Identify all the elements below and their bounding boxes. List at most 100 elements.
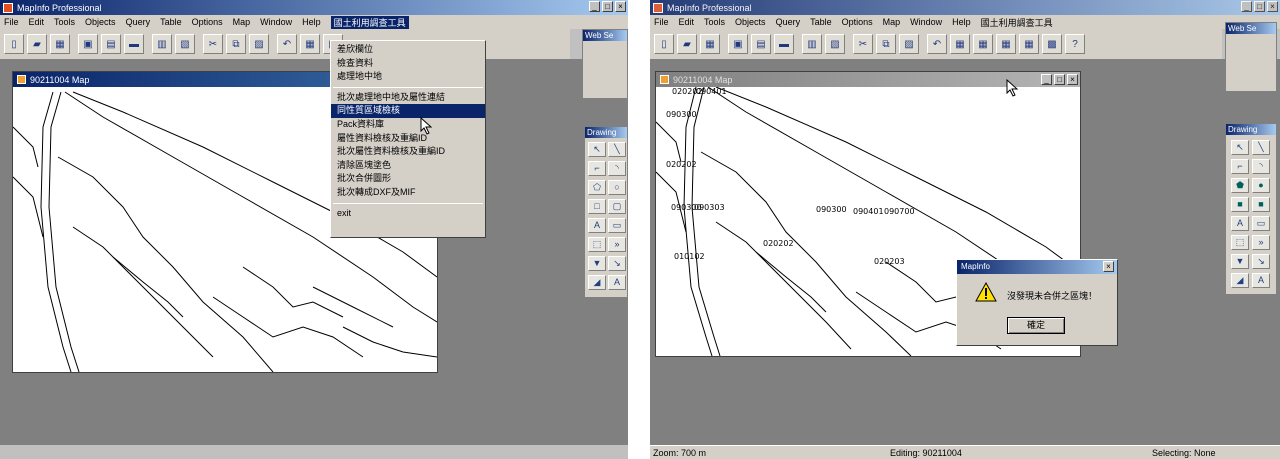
menu-item-check-data[interactable]: 檢查資料 (331, 57, 485, 71)
save-icon[interactable]: ▣ (728, 34, 748, 54)
line-tool-icon[interactable]: ╲ (608, 142, 626, 157)
menu-item-batch-merge-shapes[interactable]: 批次合併圖形 (331, 172, 485, 186)
new-grapher-icon[interactable]: ▦ (996, 34, 1016, 54)
print-preview-icon[interactable]: ▥ (152, 34, 172, 54)
menu-item-batch-attribute-check-renumber[interactable]: 批次屬性資料檢核及重編ID (331, 145, 485, 159)
copy-icon[interactable]: ⧉ (876, 34, 896, 54)
add-node-tool-icon[interactable]: » (608, 237, 626, 252)
print-icon[interactable]: ▧ (175, 34, 195, 54)
menu-map[interactable]: Map (883, 17, 901, 27)
ok-button[interactable]: 確定 (1007, 317, 1065, 334)
dialog-close-button[interactable]: × (1103, 261, 1114, 272)
folder-icon[interactable]: ▬ (124, 34, 144, 54)
menu-window[interactable]: Window (260, 17, 292, 27)
menu-map[interactable]: Map (233, 17, 251, 27)
reshape-tool-icon[interactable]: ⬚ (588, 237, 606, 252)
menu-query[interactable]: Query (126, 17, 151, 27)
menu-tools[interactable]: Tools (54, 17, 75, 27)
menu-table[interactable]: Table (160, 17, 182, 27)
line-style-icon[interactable]: ↘ (1252, 254, 1270, 269)
text-tool-icon[interactable]: A (588, 218, 606, 233)
undo-icon[interactable]: ↶ (927, 34, 947, 54)
menu-window[interactable]: Window (910, 17, 942, 27)
menu-help[interactable]: Help (302, 17, 321, 27)
menu-item-process-enclave[interactable]: 處理地中地 (331, 70, 485, 84)
menu-query[interactable]: Query (776, 17, 801, 27)
add-node-tool-icon[interactable]: » (1252, 235, 1270, 250)
close-button[interactable]: × (615, 1, 626, 12)
undo-icon[interactable]: ↶ (277, 34, 297, 54)
text-style-icon[interactable]: A (1252, 273, 1270, 288)
select-tool-icon[interactable]: ↖ (588, 142, 606, 157)
menu-item-difference-field[interactable]: 差欣欄位 (331, 43, 485, 57)
new-file-icon[interactable]: ▯ (654, 34, 674, 54)
map-minimize-button[interactable]: _ (1041, 74, 1052, 85)
minimize-button[interactable]: _ (1241, 1, 1252, 12)
save-workspace-icon[interactable]: ▤ (751, 34, 771, 54)
cut-icon[interactable]: ✂ (203, 34, 223, 54)
menu-tools[interactable]: Tools (704, 17, 725, 27)
maximize-button[interactable]: □ (602, 1, 613, 12)
new-browser-icon[interactable]: ▦ (950, 34, 970, 54)
menu-land-survey-tools[interactable]: 國土利用調查工具 (981, 16, 1053, 29)
text-tool-icon[interactable]: A (1231, 216, 1249, 231)
arc-tool-icon[interactable]: ◝ (1252, 159, 1270, 174)
region-style-icon[interactable]: ◢ (588, 275, 606, 290)
menu-item-homogeneous-area-check[interactable]: 同性質區域檢核 (331, 104, 485, 118)
frame-tool-icon[interactable]: ▭ (1252, 216, 1270, 231)
help-icon[interactable]: ? (1065, 34, 1085, 54)
polyline-tool-icon[interactable]: ⌐ (588, 161, 606, 176)
region-style-icon[interactable]: ◢ (1231, 273, 1249, 288)
print-icon[interactable]: ▧ (825, 34, 845, 54)
reshape-tool-icon[interactable]: ⬚ (1231, 235, 1249, 250)
save-workspace-icon[interactable]: ▤ (101, 34, 121, 54)
menu-land-survey-tools[interactable]: 國土利用調查工具 (330, 15, 409, 29)
frame-tool-icon[interactable]: ▭ (608, 218, 626, 233)
cut-icon[interactable]: ✂ (853, 34, 873, 54)
maximize-button[interactable]: □ (1254, 1, 1265, 12)
open-file-icon[interactable]: ▰ (27, 34, 47, 54)
copy-icon[interactable]: ⧉ (226, 34, 246, 54)
polyline-tool-icon[interactable]: ⌐ (1231, 159, 1249, 174)
symbol-style-icon[interactable]: ▼ (588, 256, 606, 271)
menu-item-exit[interactable]: exit (331, 207, 485, 221)
menu-objects[interactable]: Objects (85, 17, 116, 27)
menu-edit[interactable]: Edit (29, 17, 45, 27)
menu-help[interactable]: Help (952, 17, 971, 27)
menu-objects[interactable]: Objects (735, 17, 766, 27)
close-button[interactable]: × (1267, 1, 1278, 12)
menu-file[interactable]: File (4, 17, 19, 27)
polygon-tool-icon[interactable]: ⬟ (1231, 178, 1249, 193)
new-file-icon[interactable]: ▯ (4, 34, 24, 54)
new-browser-icon[interactable]: ▦ (300, 34, 320, 54)
rounded-rect-tool-icon[interactable]: ▢ (608, 199, 626, 214)
menu-item-attribute-check-renumber[interactable]: 屬性資料檢核及重編ID (331, 132, 485, 146)
redistricter-icon[interactable]: ▩ (1042, 34, 1062, 54)
menu-item-batch-enclave-attributes[interactable]: 批次處理地中地及屬性連結 (331, 91, 485, 105)
rectangle-tool-icon[interactable]: ■ (1231, 197, 1249, 212)
save-icon[interactable]: ▣ (78, 34, 98, 54)
text-style-icon[interactable]: A (608, 275, 626, 290)
folder-icon[interactable]: ▬ (774, 34, 794, 54)
arc-tool-icon[interactable]: ◝ (608, 161, 626, 176)
print-preview-icon[interactable]: ▥ (802, 34, 822, 54)
menu-options[interactable]: Options (192, 17, 223, 27)
menu-table[interactable]: Table (810, 17, 832, 27)
open-table-icon[interactable]: ▦ (50, 34, 70, 54)
menu-file[interactable]: File (654, 17, 669, 27)
rounded-rect-tool-icon[interactable]: ■ (1252, 197, 1270, 212)
map-close-button[interactable]: × (1067, 74, 1078, 85)
select-tool-icon[interactable]: ↖ (1231, 140, 1249, 155)
symbol-style-icon[interactable]: ▼ (1231, 254, 1249, 269)
line-style-icon[interactable]: ↘ (608, 256, 626, 271)
minimize-button[interactable]: _ (589, 1, 600, 12)
ellipse-tool-icon[interactable]: ● (1252, 178, 1270, 193)
ellipse-tool-icon[interactable]: ○ (608, 180, 626, 195)
menu-item-batch-export-dxf-mif[interactable]: 批次轉成DXF及MIF (331, 186, 485, 200)
map-maximize-button[interactable]: □ (1054, 74, 1065, 85)
menu-item-pack-database[interactable]: Pack資料庫 (331, 118, 485, 132)
rectangle-tool-icon[interactable]: □ (588, 199, 606, 214)
menu-item-clear-block-fill[interactable]: 清除區塊塗色 (331, 159, 485, 173)
open-file-icon[interactable]: ▰ (677, 34, 697, 54)
new-layout-icon[interactable]: ▦ (1019, 34, 1039, 54)
